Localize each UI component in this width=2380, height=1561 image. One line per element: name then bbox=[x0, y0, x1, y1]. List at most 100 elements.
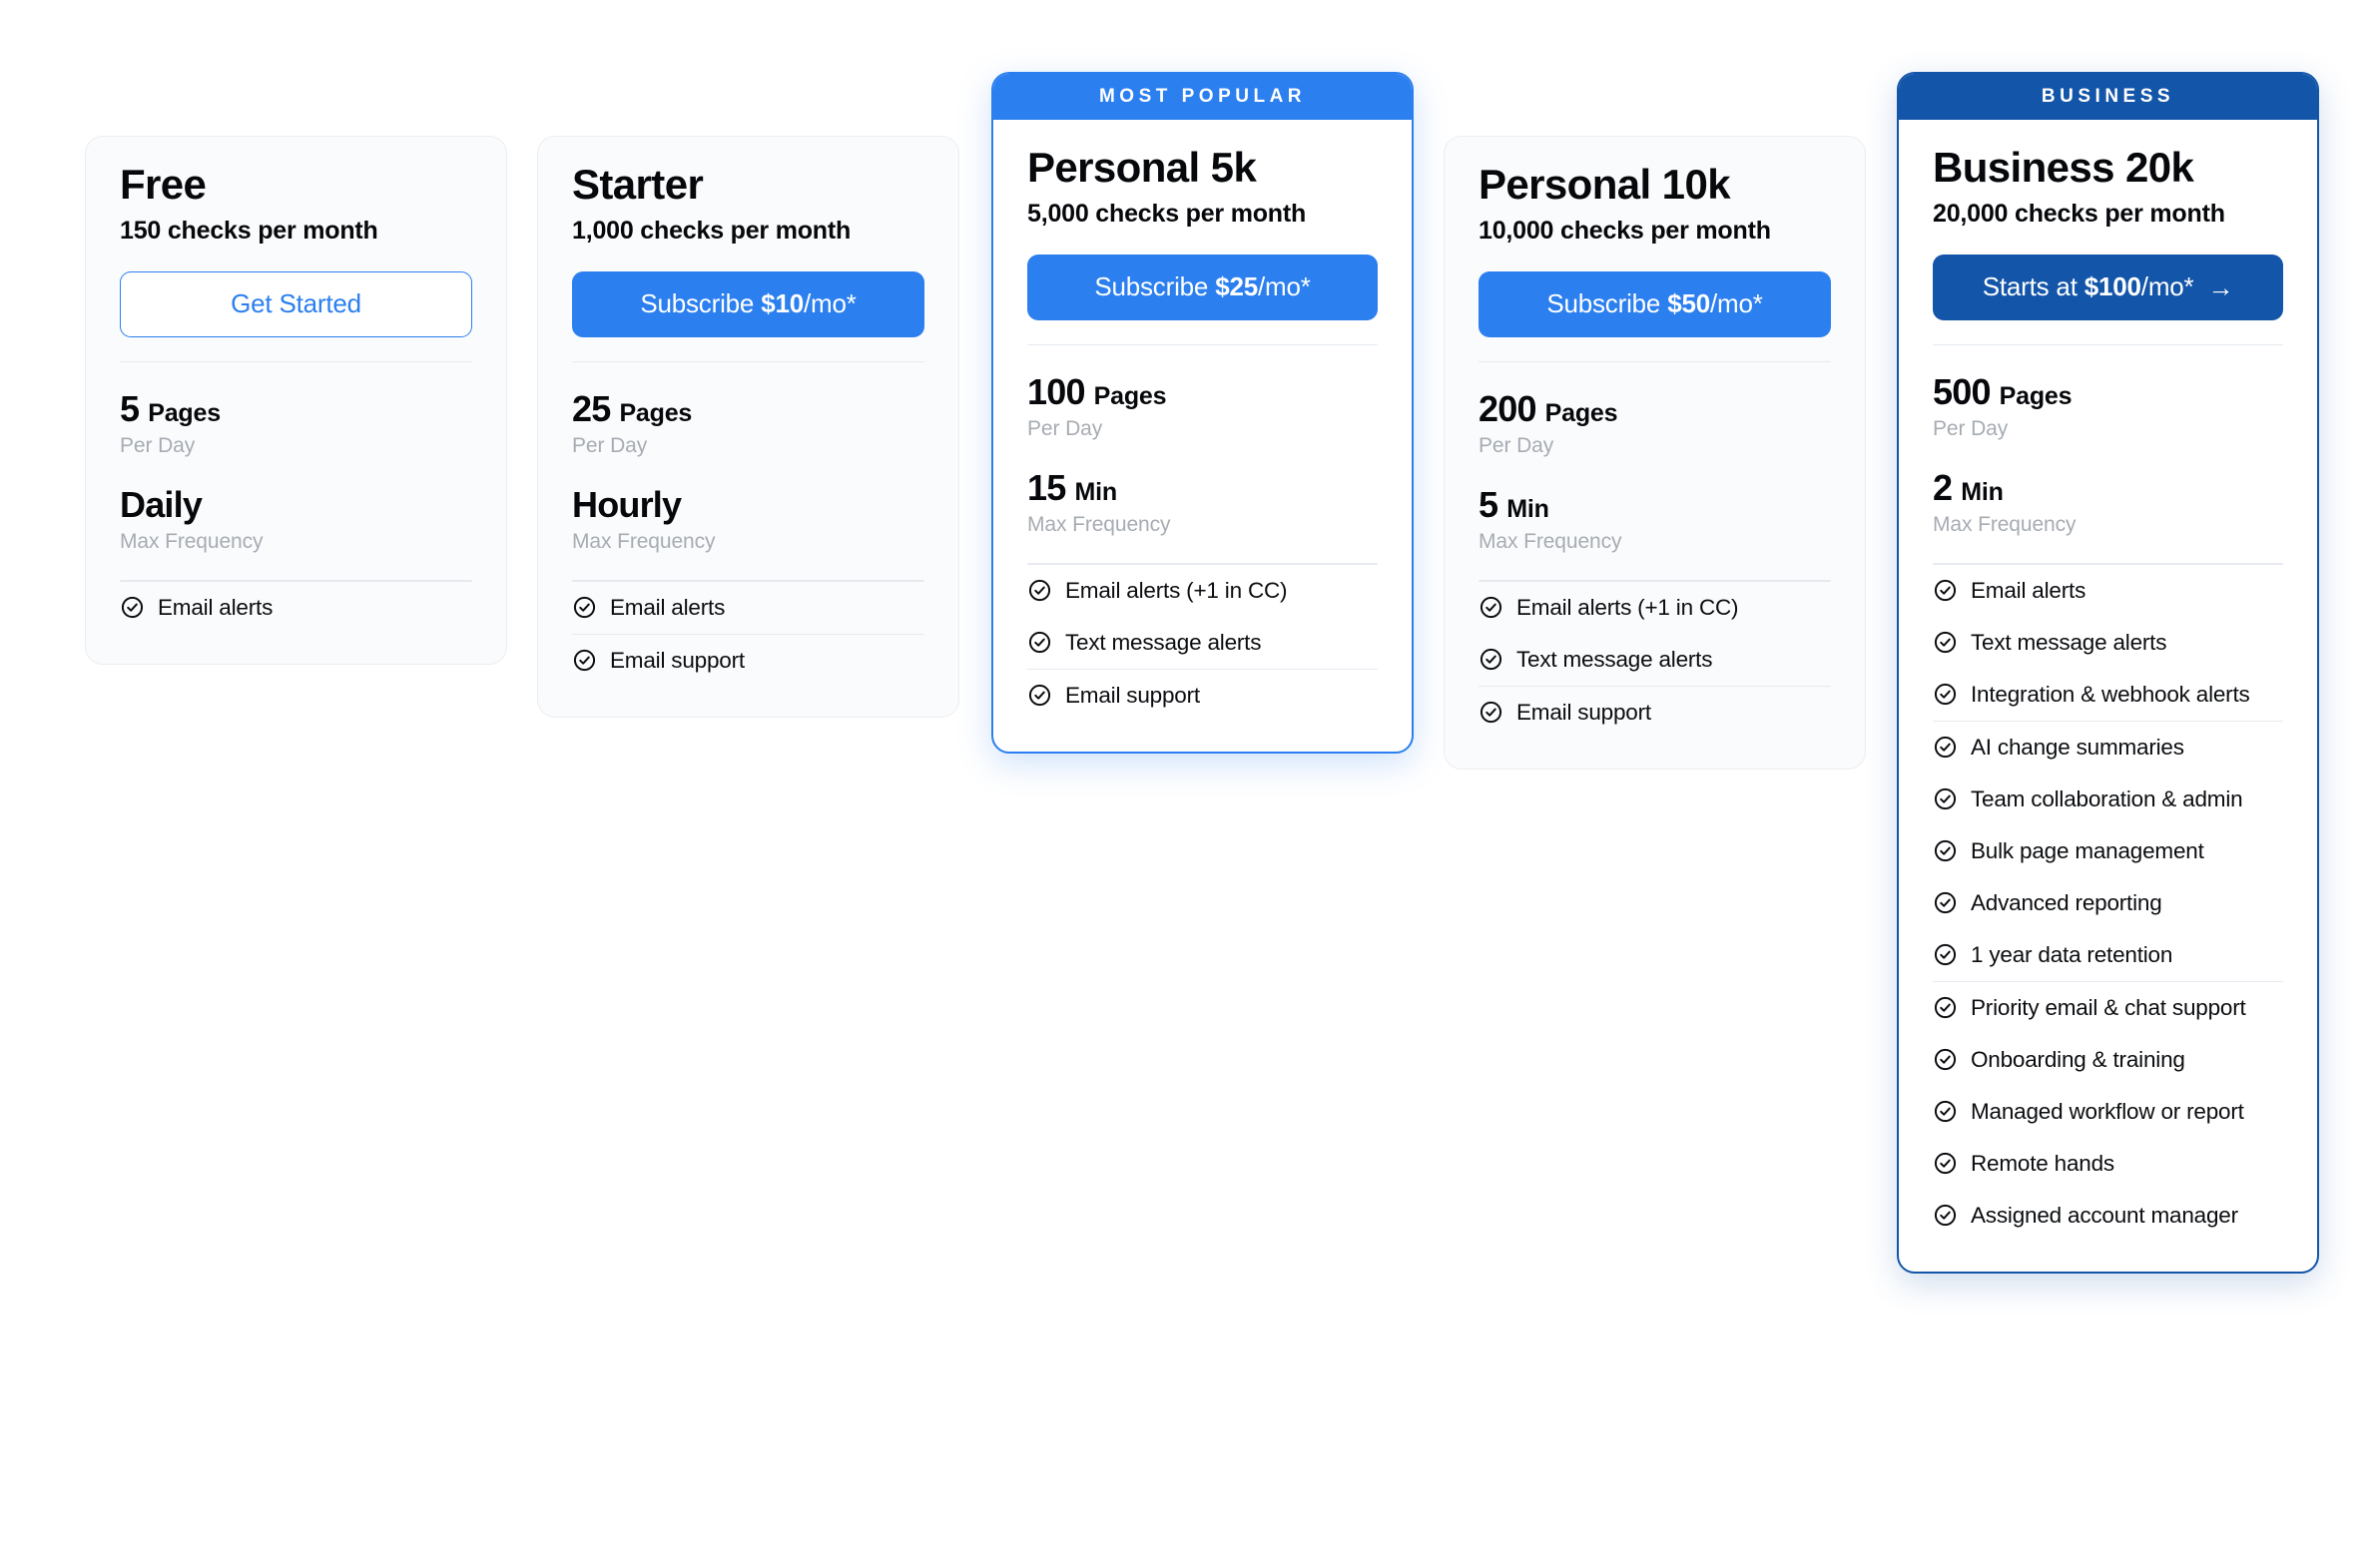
cta-period: /mo bbox=[803, 288, 847, 319]
stat-value: 25 bbox=[572, 388, 611, 430]
feature-list: Email alerts Text message alerts Integrati… bbox=[1933, 565, 2283, 1242]
plan-subtitle: 20,000 checks per month bbox=[1933, 199, 2225, 228]
feature-group: Email alerts bbox=[572, 582, 924, 634]
check-circle-icon bbox=[1933, 786, 1958, 811]
check-circle-icon bbox=[1479, 647, 1503, 672]
cta-asterisk: * bbox=[846, 288, 857, 319]
plan-stat: 500 Pages Per Day bbox=[1933, 371, 2283, 441]
cta-text: Subscribe $10/mo* bbox=[640, 288, 856, 319]
feature-label: Managed workflow or report bbox=[1971, 1098, 2244, 1124]
cta-text: Subscribe $50/mo* bbox=[1546, 288, 1762, 319]
plan-cta-starter[interactable]: Subscribe $10/mo* bbox=[572, 270, 924, 337]
plan-cta-free[interactable]: Get Started bbox=[120, 270, 472, 337]
feature-item: Text message alerts bbox=[1933, 617, 2283, 669]
stat-value: 2 bbox=[1933, 467, 1953, 509]
feature-label: 1 year data retention bbox=[1971, 941, 2173, 967]
cta-lead: Starts at bbox=[1982, 271, 2084, 302]
stat-caption: Max Frequency bbox=[1479, 530, 1622, 554]
plan-title: Starter bbox=[572, 161, 704, 208]
feature-label: Bulk page management bbox=[1971, 837, 2204, 863]
stat-unit: Pages bbox=[1093, 382, 1167, 411]
check-circle-icon bbox=[572, 595, 597, 620]
plan-stat: Daily Max Frequency bbox=[120, 484, 472, 554]
check-circle-icon bbox=[1933, 1047, 1958, 1072]
card-body: Starter 1,000 checks per month Subscribe $… bbox=[538, 137, 958, 717]
card-body: Personal 5k 5,000 checks per month Subscri… bbox=[993, 120, 1412, 752]
cta-price: $25 bbox=[1215, 271, 1258, 302]
feature-label: Email alerts bbox=[610, 594, 726, 620]
check-circle-icon bbox=[1933, 995, 1958, 1020]
check-circle-icon bbox=[1933, 1151, 1958, 1176]
divider bbox=[1479, 360, 1831, 363]
check-circle-icon bbox=[1027, 630, 1052, 655]
cta-text: Subscribe $25/mo* bbox=[1094, 271, 1310, 302]
plan-stat: 5 Min Max Frequency bbox=[1479, 484, 1831, 554]
check-circle-icon bbox=[1933, 578, 1958, 603]
plan-stat: 15 Min Max Frequency bbox=[1027, 467, 1378, 537]
feature-list: Email alerts (+1 in CC) Text message aler… bbox=[1479, 582, 1831, 739]
stat-unit: Pages bbox=[148, 399, 221, 428]
stat-value: 5 bbox=[1479, 484, 1498, 526]
check-circle-icon bbox=[1933, 1099, 1958, 1124]
stat-caption: Per Day bbox=[1933, 417, 2009, 441]
feature-item: AI change summaries bbox=[1933, 722, 2283, 774]
stat-unit: Min bbox=[1074, 478, 1117, 507]
plan-subtitle: 5,000 checks per month bbox=[1027, 199, 1307, 228]
cta-asterisk: * bbox=[1752, 288, 1763, 319]
feature-item: Integration & webhook alerts bbox=[1933, 669, 2283, 721]
plan-banner-personal-5k: MOST POPULAR bbox=[993, 74, 1412, 120]
plan-subtitle: 1,000 checks per month bbox=[572, 216, 852, 245]
cta-price: $100 bbox=[2083, 271, 2141, 302]
feature-item: Remote hands bbox=[1933, 1138, 2283, 1190]
cta-lead: Subscribe bbox=[1094, 271, 1216, 302]
plan-cta-business-20k[interactable]: Starts at $100/mo* → bbox=[1933, 254, 2283, 320]
plan-title: Personal 10k bbox=[1479, 161, 1731, 208]
divider bbox=[1027, 343, 1378, 346]
card-body: Business 20k 20,000 checks per month Start… bbox=[1899, 120, 2317, 1272]
stat-caption: Max Frequency bbox=[1933, 513, 2077, 537]
stat-unit: Min bbox=[1961, 478, 2004, 507]
feature-item: Text message alerts bbox=[1479, 634, 1831, 686]
stat-value: 500 bbox=[1933, 371, 1991, 413]
arrow-right-icon: → bbox=[2207, 271, 2234, 302]
plan-subtitle: 150 checks per month bbox=[120, 216, 378, 245]
cta-period: /mo bbox=[2140, 271, 2184, 302]
feature-group: Email support bbox=[1027, 668, 1378, 722]
feature-item: Priority email & chat support bbox=[1933, 982, 2283, 1034]
plan-stat: Hourly Max Frequency bbox=[572, 484, 924, 554]
plan-cta-personal-10k[interactable]: Subscribe $50/mo* bbox=[1479, 270, 1831, 337]
feature-item: Email alerts bbox=[572, 582, 924, 634]
feature-item: Team collaboration & admin bbox=[1933, 774, 2283, 825]
feature-group: Priority email & chat support Onboarding … bbox=[1933, 980, 2283, 1242]
stat-value: Hourly bbox=[572, 484, 682, 526]
plan-title: Free bbox=[120, 161, 207, 208]
stat-caption: Per Day bbox=[1479, 434, 1554, 458]
check-circle-icon bbox=[1933, 838, 1958, 863]
feature-list: Email alerts bbox=[120, 582, 472, 634]
cta-asterisk: * bbox=[2183, 271, 2194, 302]
stat-value: 5 bbox=[120, 388, 140, 430]
feature-item: Email alerts bbox=[1933, 565, 2283, 617]
pricing-card-personal-5k: MOST POPULAR Personal 5k 5,000 checks per … bbox=[991, 72, 1414, 754]
cta-asterisk: * bbox=[1300, 271, 1311, 302]
feature-label: Remote hands bbox=[1971, 1150, 2114, 1176]
cta-price: $10 bbox=[761, 288, 804, 319]
feature-item: Managed workflow or report bbox=[1933, 1086, 2283, 1138]
feature-label: Integration & webhook alerts bbox=[1971, 681, 2250, 707]
check-circle-icon bbox=[572, 648, 597, 673]
stat-caption: Per Day bbox=[1027, 417, 1103, 441]
feature-item: Onboarding & training bbox=[1933, 1034, 2283, 1086]
check-circle-icon bbox=[1933, 682, 1958, 707]
feature-group: Email support bbox=[1479, 685, 1831, 739]
feature-group: AI change summaries Team collaboration & … bbox=[1933, 720, 2283, 981]
feature-label: Text message alerts bbox=[1971, 629, 2167, 655]
plan-stat: 5 Pages Per Day bbox=[120, 388, 472, 458]
check-circle-icon bbox=[1933, 890, 1958, 915]
plan-cta-personal-5k[interactable]: Subscribe $25/mo* bbox=[1027, 254, 1378, 320]
cta-text: Get Started bbox=[231, 288, 361, 319]
check-circle-icon bbox=[1933, 1203, 1958, 1228]
cta-text: Starts at $100/mo* bbox=[1983, 271, 2194, 302]
stat-caption: Per Day bbox=[120, 434, 196, 458]
stat-value: 15 bbox=[1027, 467, 1066, 509]
pricing-card-business-20k: BUSINESS Business 20k 20,000 checks per mo… bbox=[1897, 72, 2319, 1274]
